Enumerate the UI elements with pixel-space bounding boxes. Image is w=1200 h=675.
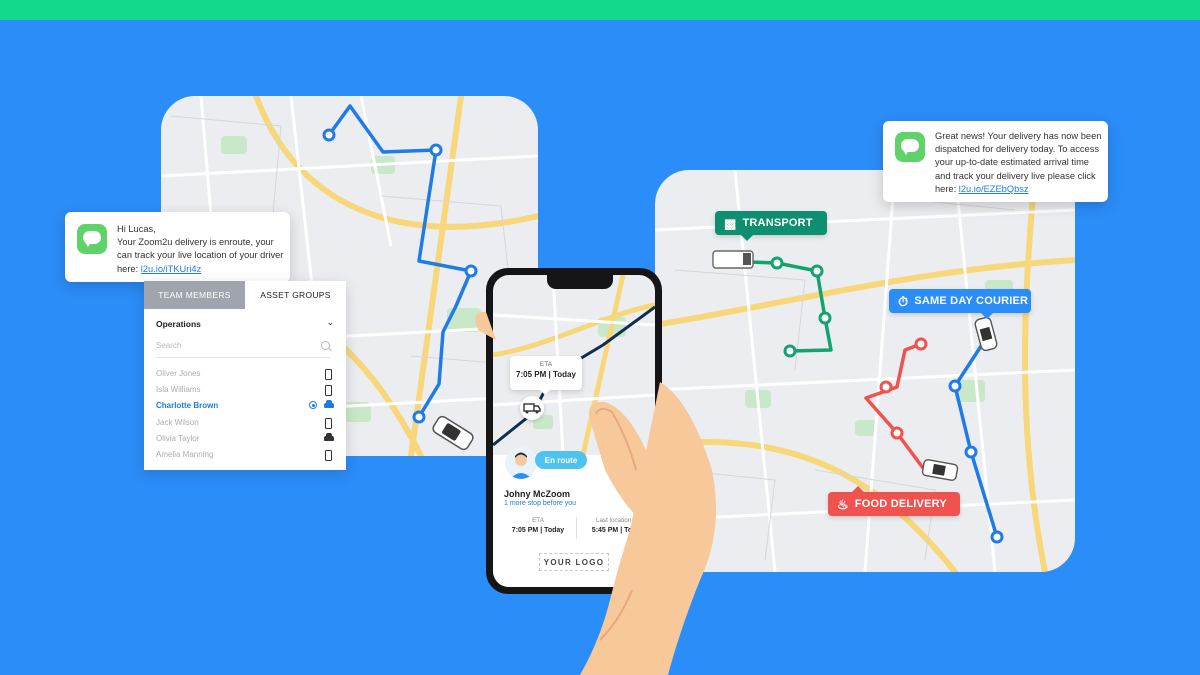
hand-illustration: [475, 311, 716, 675]
